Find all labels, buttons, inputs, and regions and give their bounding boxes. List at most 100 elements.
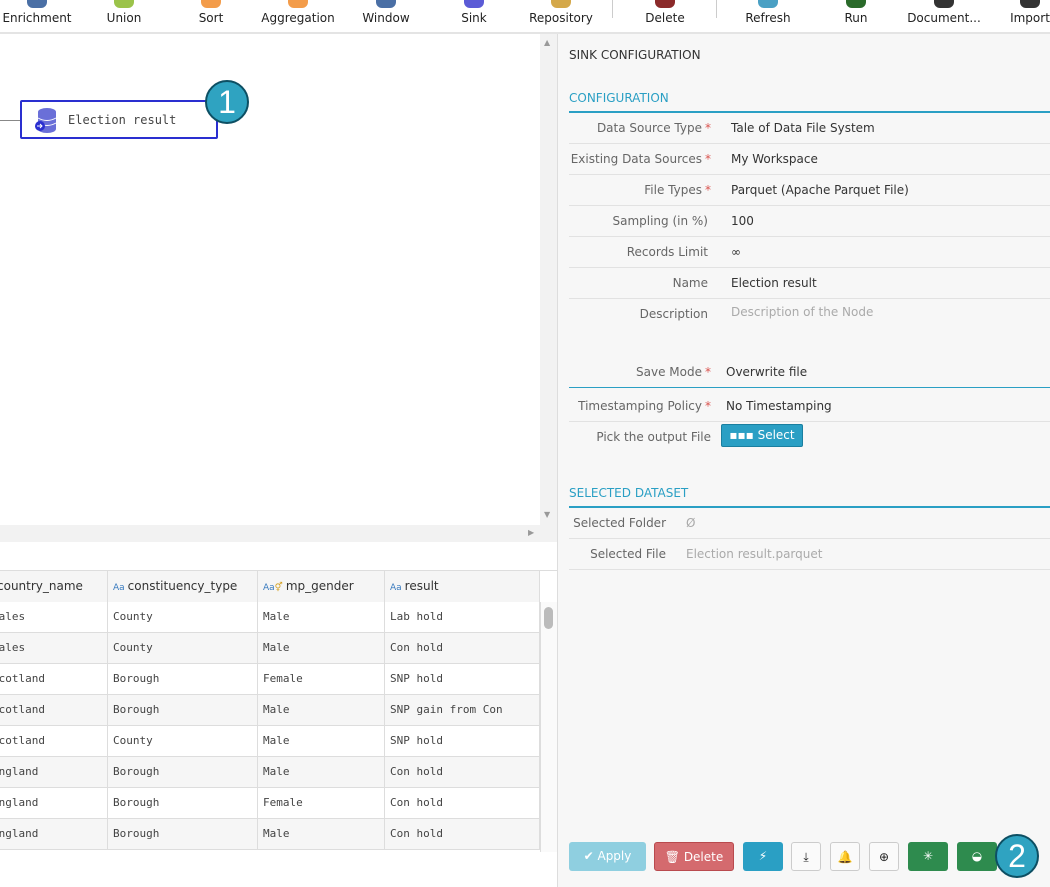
field-existing-data-sources[interactable]: Existing Data Sources * My Workspace [569,144,1050,175]
toolbar-refresh-button[interactable]: Refresh [723,0,813,32]
toolbar-enrichment-button[interactable]: Enrichment [0,0,82,32]
column-header[interactable]: Aa⚥ mp_gender [258,571,385,602]
table-cell: Male [258,602,385,633]
node-label: Election result [68,113,177,127]
table-cell: Borough [108,819,258,850]
field-value[interactable]: Tale of Data File System [731,121,875,135]
toolbar-delete-button[interactable]: Delete [620,0,710,32]
table-row[interactable]: WalesCountyMaleCon hold [0,633,540,664]
check-icon: ✔ [583,849,598,863]
canvas-vertical-scrollbar[interactable]: ▲ ▼ [540,34,557,525]
scroll-thumb[interactable] [544,607,553,629]
field-sampling-in-[interactable]: Sampling (in %) 100 [569,206,1050,237]
table-cell: Male [258,819,385,850]
refresh-icon [758,0,778,8]
configuration-section-header: CONFIGURATION [569,91,1050,113]
field-timestamping[interactable]: Timestamping Policy * No Timestamping [569,391,1050,422]
field-records-limit[interactable]: Records Limit ∞ [569,237,1050,268]
table-cell: County [108,602,258,633]
gauge-icon: ◒ [971,849,983,863]
toolbar-document-button[interactable]: Document... [899,0,989,32]
field-value[interactable]: 100 [731,214,754,228]
table-cell: Male [258,726,385,757]
connector-line [0,120,20,121]
table-cell: Borough [108,757,258,788]
field-description[interactable]: Description Description of the Node [569,299,1050,359]
toolbar-sink-button[interactable]: Sink [429,0,519,32]
column-header[interactable]: Aa result [385,571,540,602]
field-value[interactable]: My Workspace [731,152,818,166]
import-icon [1020,0,1040,8]
apply-button[interactable]: ✔ Apply [569,842,646,871]
text-type-icon: Aa [390,583,402,593]
target-button[interactable]: ⊕ [869,842,899,871]
network-button[interactable]: ✳ [908,842,948,871]
table-row[interactable]: EnglandBoroughFemaleCon hold [0,788,540,819]
table-row[interactable]: EnglandBoroughMaleCon hold [0,757,540,788]
table-cell: Scotland [0,664,108,695]
field-name[interactable]: Name Election result [569,268,1050,299]
table-cell: Borough [108,695,258,726]
sink-icon [464,0,484,8]
enrichment-icon [27,0,47,8]
table-cell: SNP gain from Con [385,695,540,726]
toolbar-window-button[interactable]: Window [341,0,431,32]
table-cell: England [0,788,108,819]
document-icon [934,0,954,8]
table-row[interactable]: ScotlandCountyMaleSNP hold [0,726,540,757]
field-value[interactable]: Parquet (Apache Parquet File) [731,183,909,197]
table-row[interactable]: EnglandBoroughMaleCon hold [0,819,540,850]
dashboard-button[interactable]: ◒ [957,842,997,871]
field-value[interactable]: Election result [731,276,817,290]
download-button[interactable]: ⤓ [791,842,821,871]
table-cell: Borough [108,664,258,695]
table-scrollbar[interactable] [540,602,557,852]
toolbar-aggregation-button[interactable]: Aggregation [253,0,343,32]
selected-dataset-header: SELECTED DATASET [569,486,1050,508]
window-icon [376,0,396,8]
field-save-mode[interactable]: Save Mode * Overwrite file [569,357,1050,388]
connect-button[interactable]: ⚡ [743,842,783,871]
table-row[interactable]: ScotlandBoroughMaleSNP gain from Con [0,695,540,726]
table-cell: Wales [0,602,108,633]
table-cell: England [0,757,108,788]
step-badge-2: 2 [995,834,1039,878]
toolbar-import-button[interactable]: Import [985,0,1050,32]
table-cell: Scotland [0,726,108,757]
field-data-source-type[interactable]: Data Source Type * Tale of Data File Syste… [569,113,1050,144]
sink-node-election-result[interactable]: Election result [20,100,218,139]
description-input[interactable]: Description of the Node [731,305,873,319]
ellipsis-icon: ▪▪▪ [729,428,758,442]
field-file-types[interactable]: File Types * Parquet (Apache Parquet File) [569,175,1050,206]
repository-icon [551,0,571,8]
aggregation-icon [288,0,308,8]
sink-configuration-panel: SINK CONFIGURATION CONFIGURATION Data So… [557,34,1050,887]
toolbar-separator [716,0,717,18]
selected-file: Selected File Election result.parquet [569,539,1050,570]
notification-button[interactable]: 🔔 [830,842,860,871]
table-cell: SNP hold [385,664,540,695]
canvas-horizontal-scrollbar[interactable]: ▶ [0,525,557,542]
table-cell: Male [258,757,385,788]
run-icon [846,0,866,8]
table-row[interactable]: ScotlandBoroughFemaleSNP hold [0,664,540,695]
delete-button[interactable]: 🗑 Delete [654,842,734,871]
field-value[interactable]: ∞ [731,245,741,259]
timestamping-select[interactable]: No Timestamping [726,399,832,413]
panel-title: SINK CONFIGURATION [569,48,701,62]
column-header[interactable]: Aa constituency_type [108,571,258,602]
table-cell: Female [258,664,385,695]
column-header[interactable]: country_name [0,571,108,602]
toolbar: Enrichment Union Sort Aggregation Window Sink… [0,0,1050,34]
toolbar-run-button[interactable]: Run [811,0,901,32]
select-file-button[interactable]: ▪▪▪ Select [721,424,803,447]
workflow-canvas[interactable]: Election result 1 [0,34,540,525]
selected-folder: Selected Folder Ø [569,508,1050,539]
table-cell: Female [258,788,385,819]
toolbar-union-button[interactable]: Union [79,0,169,32]
toolbar-sort-button[interactable]: Sort [166,0,256,32]
toolbar-repository-button[interactable]: Repository [516,0,606,32]
table-row[interactable]: WalesCountyMaleLab hold [0,602,540,633]
save-mode-select[interactable]: Overwrite file [726,365,807,379]
text-type-icon: Aa [113,583,125,593]
